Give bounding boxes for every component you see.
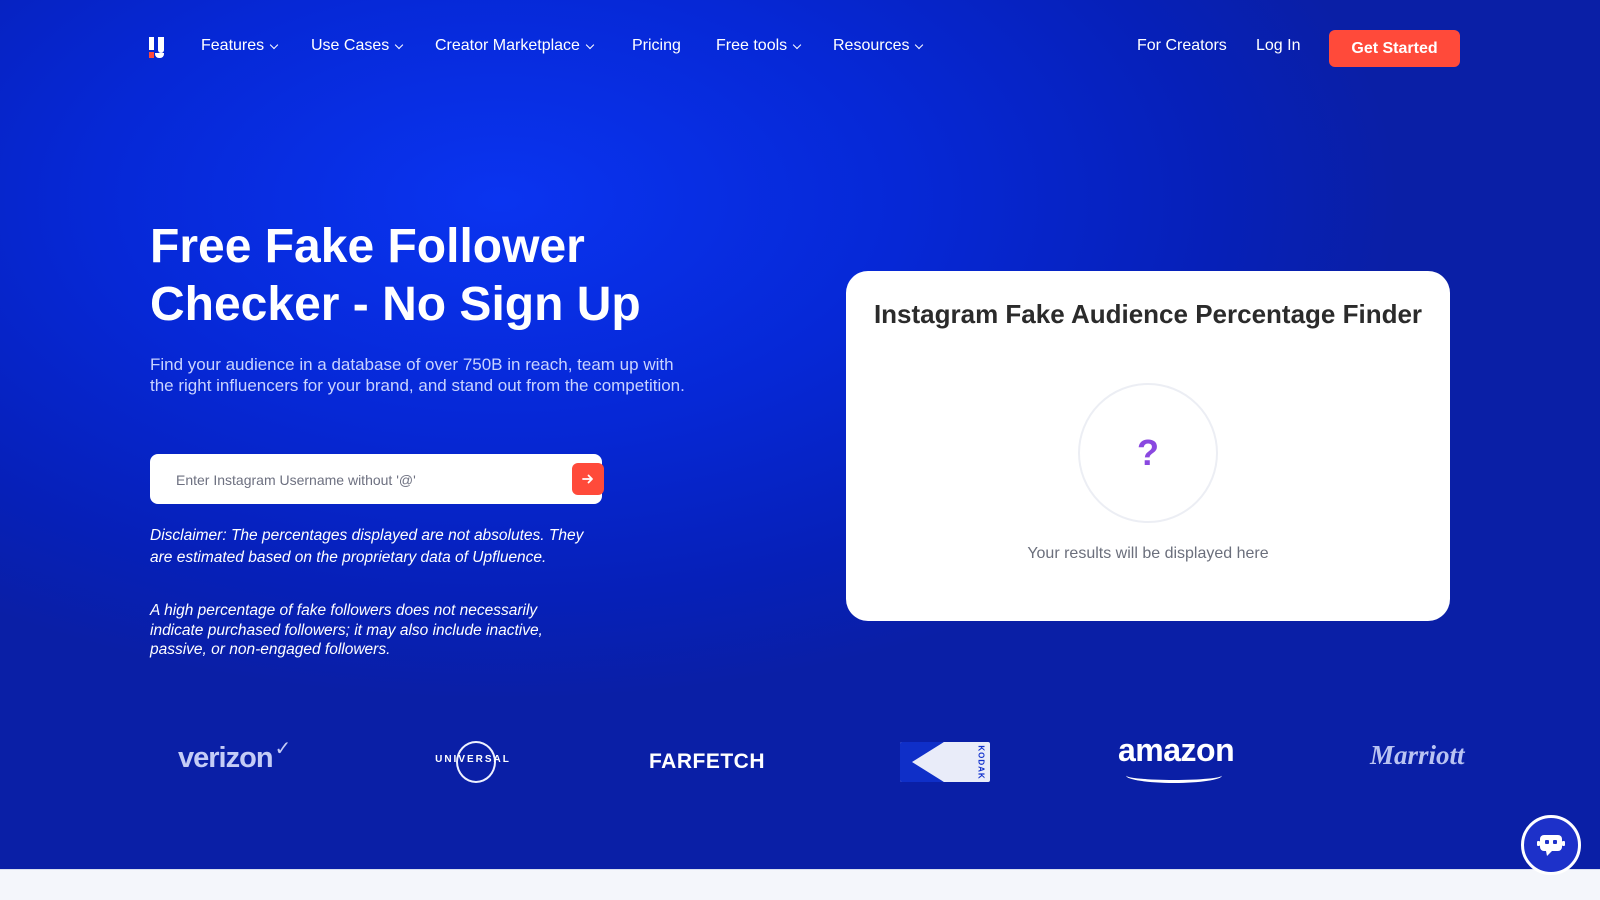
username-search-box xyxy=(150,454,604,506)
for-creators-label: For Creators xyxy=(1137,37,1227,54)
brand-logos-strip: verizon ✓ UNIVERSAL FARFETCH KODAK amazon… xyxy=(150,732,1465,792)
nav-item-resources[interactable]: Resources xyxy=(833,37,924,55)
universal-logo: UNIVERSAL xyxy=(432,741,514,783)
upfluence-logo[interactable] xyxy=(149,37,169,59)
nav-item-use-cases[interactable]: Use Cases xyxy=(311,37,404,55)
disclaimer-note: A high percentage of fake followers does… xyxy=(150,602,543,658)
page: Features Use Cases Creator Marketplace P… xyxy=(0,0,1600,900)
question-mark-icon: ? xyxy=(1137,432,1159,473)
disclaimer-text: Disclaimer: The percentages displayed ar… xyxy=(150,527,584,566)
kodak-wordmark: KODAK xyxy=(976,745,986,780)
next-section-edge xyxy=(0,869,1600,900)
results-card: Instagram Fake Audience Percentage Finde… xyxy=(846,271,1450,621)
chevron-down-icon xyxy=(269,40,279,49)
arrow-right-icon xyxy=(582,474,593,484)
submit-button[interactable] xyxy=(572,463,604,495)
verizon-logo: verizon ✓ xyxy=(178,738,291,774)
nav-item-label: Creator Marketplace xyxy=(435,37,580,54)
nav-item-free-tools[interactable]: Free tools xyxy=(716,37,802,55)
for-creators-link[interactable]: For Creators xyxy=(1137,37,1227,55)
farfetch-logo: FARFETCH xyxy=(649,750,765,773)
chatbot-button[interactable] xyxy=(1521,815,1581,875)
get-started-button[interactable]: Get Started xyxy=(1329,30,1460,67)
instagram-username-input[interactable] xyxy=(174,454,558,506)
nav-item-pricing[interactable]: Pricing xyxy=(632,37,681,55)
chevron-down-icon xyxy=(395,40,404,49)
hero-subtitle: Find your audience in a database of over… xyxy=(150,355,685,395)
page-title: Free Fake Follower Checker - No Sign Up xyxy=(150,220,641,331)
chatbot-icon xyxy=(1537,835,1565,856)
chevron-down-icon xyxy=(915,40,924,49)
chevron-down-icon xyxy=(792,40,802,49)
amazon-wordmark: amazon xyxy=(1118,732,1235,768)
top-navigation: Features Use Cases Creator Marketplace P… xyxy=(0,0,1600,96)
amazon-logo: amazon xyxy=(1118,732,1235,783)
chevron-down-icon xyxy=(585,40,595,49)
nav-item-label: Pricing xyxy=(632,37,681,54)
kodak-logo: KODAK xyxy=(900,742,990,782)
result-placeholder-circle: ? xyxy=(1078,383,1218,523)
login-link[interactable]: Log In xyxy=(1256,37,1300,55)
nav-item-creator-marketplace[interactable]: Creator Marketplace xyxy=(435,37,595,55)
nav-item-features[interactable]: Features xyxy=(201,37,279,55)
login-label: Log In xyxy=(1256,37,1301,54)
marriott-logo: Marriott xyxy=(1370,740,1465,770)
card-title: Instagram Fake Audience Percentage Finde… xyxy=(873,299,1423,329)
nav-item-label: Free tools xyxy=(716,37,788,54)
result-placeholder-text: Your results will be displayed here xyxy=(1027,545,1269,562)
universal-wordmark: UNIVERSAL xyxy=(435,754,511,765)
verizon-wordmark: verizon xyxy=(178,742,274,774)
nav-item-label: Features xyxy=(201,37,265,54)
nav-item-label: Use Cases xyxy=(311,37,390,54)
nav-item-label: Resources xyxy=(833,37,910,54)
